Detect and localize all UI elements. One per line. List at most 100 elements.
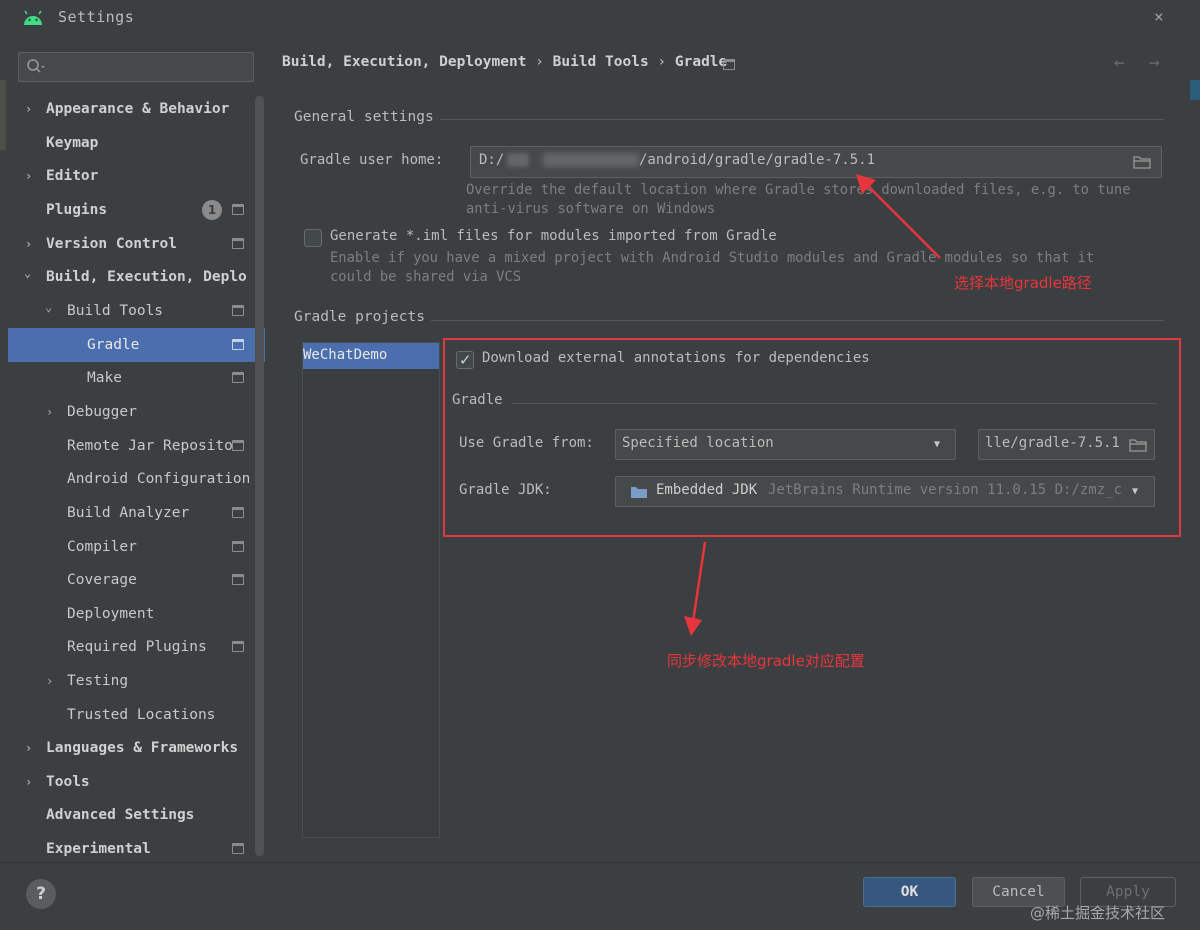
- back-arrow-icon[interactable]: ←: [1114, 52, 1125, 73]
- nav-debugger[interactable]: › Debugger: [8, 395, 265, 429]
- gradle-user-home-suffix: /android/gradle/gradle-7.5.1: [639, 152, 876, 168]
- gradle-projects-title: Gradle projects: [294, 309, 425, 325]
- annotation-sync-gradle-config: 同步修改本地gradle对应配置: [667, 652, 865, 670]
- nav-deployment[interactable]: Deployment: [8, 597, 265, 631]
- hint-line: anti-virus software on Windows: [466, 201, 716, 217]
- close-icon[interactable]: ×: [1154, 7, 1164, 26]
- nav-tools[interactable]: › Tools: [8, 765, 265, 799]
- ok-button[interactable]: OK: [863, 877, 956, 907]
- folder-icon[interactable]: [1133, 155, 1151, 169]
- hint-line: Enable if you have a mixed project with …: [330, 250, 1095, 266]
- nav-label: Languages & Frameworks: [46, 740, 239, 756]
- hint-line: Override the default location where Grad…: [466, 182, 1131, 198]
- nav-label: Build Tools: [67, 303, 164, 319]
- nav-label: Required Plugins: [67, 639, 207, 655]
- breadcrumb-gradle: Gradle: [674, 54, 728, 70]
- general-settings-title: General settings: [294, 109, 434, 125]
- chevron-down-icon: ⌄: [24, 266, 32, 280]
- chevron-right-icon: ›: [25, 741, 33, 755]
- nav-label: Android Configuration: [67, 471, 251, 487]
- footer-divider: [0, 862, 1200, 863]
- chevron-right-icon: ›: [25, 237, 33, 251]
- nav-android-configuration[interactable]: Android Configuration: [8, 462, 265, 496]
- generate-iml-checkbox[interactable]: [304, 229, 322, 247]
- nav-label: Build Analyzer: [67, 505, 190, 521]
- chevron-right-icon: ›: [25, 775, 33, 789]
- nav-build-analyzer[interactable]: Build Analyzer: [8, 496, 265, 530]
- project-level-icon: [723, 59, 735, 70]
- nav-label: Coverage: [67, 572, 137, 588]
- chevron-right-icon: ›: [25, 169, 33, 183]
- forward-arrow-icon[interactable]: →: [1149, 52, 1160, 73]
- redacted-path-segment: [543, 153, 639, 167]
- nav-appearance-behavior[interactable]: › Appearance & Behavior: [8, 92, 265, 126]
- nav-required-plugins[interactable]: Required Plugins: [8, 630, 265, 664]
- nav-build-execution-deployment[interactable]: ⌄ Build, Execution, Deplo: [8, 260, 265, 294]
- annotation-highlight-box: [443, 338, 1181, 537]
- gradle-projects-list: WeChatDemo: [302, 342, 440, 838]
- breadcrumb-separator: ›: [657, 54, 667, 70]
- project-level-icon: [232, 305, 244, 316]
- project-item-wechatdemo[interactable]: WeChatDemo: [303, 343, 439, 369]
- nav-compiler[interactable]: Compiler: [8, 530, 265, 564]
- background-window-strip-left: [0, 80, 6, 150]
- project-level-icon: [232, 843, 244, 854]
- project-level-icon: [232, 641, 244, 652]
- nav-trusted-locations[interactable]: Trusted Locations: [8, 698, 265, 732]
- nav-gradle[interactable]: Gradle: [8, 328, 265, 362]
- nav-build-tools[interactable]: ⌄ Build Tools: [8, 294, 265, 328]
- nav-experimental[interactable]: Experimental: [8, 832, 265, 866]
- nav-label: Compiler: [67, 539, 137, 555]
- gradle-user-home-label: Gradle user home:: [300, 152, 444, 168]
- annotation-arrow-down: [684, 541, 707, 636]
- title-bar: [0, 0, 1200, 36]
- gradle-user-home-hint: Override the default location where Grad…: [466, 181, 1131, 219]
- annotation-select-gradle-path: 选择本地gradle路径: [954, 274, 1092, 292]
- nav-version-control[interactable]: › Version Control: [8, 227, 265, 261]
- window-title: Settings: [58, 8, 135, 26]
- chevron-down-icon: ⌄: [45, 300, 53, 314]
- project-level-icon: [232, 574, 244, 585]
- nav-label: Editor: [46, 168, 99, 184]
- chevron-right-icon: ›: [46, 405, 54, 419]
- nav-keymap[interactable]: Keymap: [8, 126, 265, 160]
- chevron-right-icon: ›: [25, 102, 33, 116]
- breadcrumb: Build, Execution, Deployment › Build Too…: [282, 54, 727, 70]
- nav-editor[interactable]: › Editor: [8, 159, 265, 193]
- nav-make[interactable]: Make: [8, 361, 265, 395]
- nav-plugins[interactable]: Plugins 1: [8, 193, 265, 227]
- update-count-badge: 1: [202, 200, 222, 220]
- nav-label: Trusted Locations: [67, 707, 216, 723]
- project-level-icon: [232, 372, 244, 383]
- nav-label: Build, Execution, Deplo: [46, 269, 247, 285]
- nav-label: Testing: [67, 673, 129, 689]
- nav-label: Deployment: [67, 606, 155, 622]
- nav-label: Keymap: [46, 135, 99, 151]
- breadcrumb-build-execution-deployment[interactable]: Build, Execution, Deployment: [282, 54, 526, 70]
- nav-advanced-settings[interactable]: Advanced Settings: [8, 798, 265, 832]
- nav-coverage[interactable]: Coverage: [8, 563, 265, 597]
- nav-label: Debugger: [67, 404, 137, 420]
- project-level-icon: [232, 204, 244, 215]
- gradle-user-home-field[interactable]: D:/ /android/gradle/gradle-7.5.1: [470, 146, 1162, 178]
- android-icon: [24, 10, 42, 25]
- nav-languages-frameworks[interactable]: › Languages & Frameworks: [8, 731, 265, 765]
- breadcrumb-build-tools[interactable]: Build Tools: [553, 54, 649, 70]
- help-button[interactable]: ?: [26, 879, 56, 909]
- nav-label: Remote Jar Reposito: [67, 438, 233, 454]
- nav-label: Experimental: [46, 841, 151, 857]
- nav-testing[interactable]: › Testing: [8, 664, 265, 698]
- search-icon: [27, 59, 45, 73]
- nav-label: Version Control: [46, 236, 177, 252]
- breadcrumb-separator: ›: [535, 54, 544, 70]
- nav-label: Gradle: [87, 337, 140, 353]
- background-window-strip: [1190, 80, 1200, 100]
- chevron-right-icon: ›: [46, 674, 54, 688]
- sidebar-scrollbar[interactable]: [255, 96, 264, 856]
- redacted-path-segment: [507, 153, 529, 167]
- settings-search-input[interactable]: [18, 52, 254, 82]
- project-level-icon: [232, 507, 244, 518]
- project-level-icon: [232, 541, 244, 552]
- nav-remote-jar-repositories[interactable]: Remote Jar Reposito: [8, 429, 265, 463]
- nav-label: Appearance & Behavior: [46, 101, 230, 117]
